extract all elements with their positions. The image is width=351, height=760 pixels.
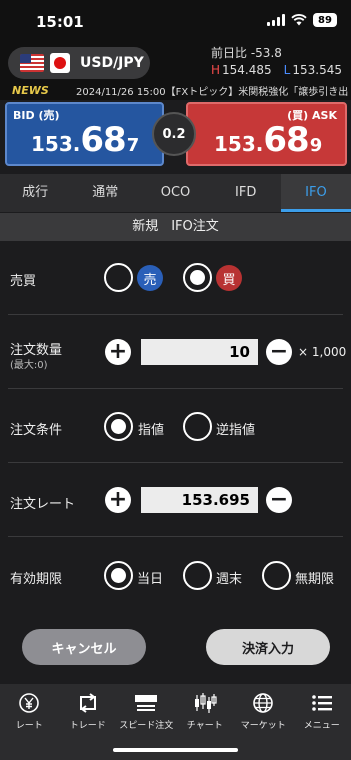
rate-input[interactable]: 153.695 (141, 487, 258, 513)
yen-coin-icon (19, 693, 40, 713)
rate-increment-button[interactable]: + (105, 487, 131, 513)
side-row: 売買 売 買 (0, 241, 351, 315)
day-change-value: -53.8 (250, 46, 282, 60)
nav-trade[interactable]: トレード (59, 684, 118, 760)
candlestick-chart-icon (194, 693, 217, 713)
rate-label: 注文レート (10, 497, 76, 512)
nav-rate[interactable]: レート (0, 684, 59, 760)
quantity-decrement-button[interactable]: − (266, 339, 292, 365)
wifi-icon (291, 14, 307, 26)
quantity-row: 注文数量 (最大:0) + 10 − × 1,000 (0, 315, 351, 389)
expiry-today-label: 当日 (137, 572, 164, 587)
bid-price-button[interactable]: BID (売) 153.687 (5, 102, 164, 166)
currency-pair-label: USD/JPY (80, 55, 144, 71)
limit-option-label: 指値 (138, 423, 165, 438)
news-tag: NEWS (12, 83, 49, 97)
price-panel: BID (売) 153.687 0.2 (買) ASK 153.689 (0, 100, 351, 172)
quantity-max-label: (最大:0) (10, 360, 48, 371)
japan-flag-icon (50, 53, 70, 73)
news-ticker[interactable]: NEWS 2024/11/26 15:00【FXトピック】米関税強化「譲歩引き出 (0, 82, 351, 98)
quantity-input[interactable]: 10 (141, 339, 258, 365)
bid-price: 153.687 (31, 120, 140, 160)
side-label: 売買 (10, 274, 37, 289)
nav-menu[interactable]: メニュー (293, 684, 351, 760)
low-price: L 153.545 (283, 63, 342, 77)
trade-arrows-icon (79, 693, 96, 713)
tab-oco[interactable]: OCO (140, 174, 210, 212)
buy-badge: 買 (216, 265, 242, 291)
news-headline[interactable]: 2024/11/26 15:00【FXトピック】米関税強化「譲歩引き出 (76, 83, 351, 98)
settlement-input-button[interactable]: 決済入力 (206, 629, 330, 665)
limit-radio[interactable] (104, 412, 133, 441)
expiry-today-radio[interactable] (104, 561, 133, 590)
currency-pair-selector[interactable]: USD/JPY (8, 47, 150, 79)
nav-market[interactable]: マーケット (234, 684, 293, 760)
menu-icon (311, 695, 332, 711)
status-bar: 15:01 89 (0, 0, 351, 40)
expiry-gtc-radio[interactable] (262, 561, 291, 590)
us-flag-icon (20, 54, 44, 72)
nav-label: チャート (186, 721, 223, 731)
ask-price-button[interactable]: (買) ASK 153.689 (186, 102, 347, 166)
status-icons: 89 (267, 13, 337, 27)
sell-radio[interactable] (104, 263, 133, 292)
nav-label: レート (15, 721, 43, 731)
speed-order-icon (135, 695, 158, 711)
globe-icon (253, 693, 274, 713)
battery-indicator: 89 (313, 13, 337, 27)
buy-radio[interactable] (183, 263, 212, 292)
rate-row: 注文レート + 153.695 − (0, 463, 351, 537)
day-change-label: 前日比 (211, 46, 248, 60)
nav-label: マーケット (240, 721, 286, 731)
day-change: 前日比 -53.8 (211, 44, 282, 61)
tab-ifo[interactable]: IFO (280, 174, 351, 212)
cancel-button[interactable]: キャンセル (22, 629, 146, 665)
expiry-label: 有効期限 (10, 572, 63, 587)
expiry-gtc-label: 無期限 (295, 572, 335, 587)
tab-market[interactable]: 成行 (0, 174, 70, 212)
nav-label: トレード (69, 721, 106, 731)
expiry-week-label: 週末 (216, 572, 243, 587)
sell-badge: 売 (137, 265, 163, 291)
order-subtitle: 新規 IFO注文 (0, 213, 351, 241)
nav-label: メニュー (303, 721, 340, 731)
cellular-signal-icon (267, 14, 285, 26)
high-price: H 154.485 (211, 63, 272, 77)
expiry-row: 有効期限 当日 週末 無期限 (0, 537, 351, 613)
tab-ifd[interactable]: IFD (211, 174, 281, 212)
status-time: 15:01 (36, 13, 84, 31)
ask-price: 153.689 (214, 120, 323, 160)
high-low-row: H 154.485 L 153.545 (211, 63, 342, 77)
header: USD/JPY 前日比 -53.8 H 154.485 L 153.545 NEWS… (0, 40, 351, 100)
order-type-tabs: 成行 通常 OCO IFD IFO (0, 174, 351, 212)
rate-decrement-button[interactable]: − (266, 487, 292, 513)
quantity-unit: × 1,000 (298, 345, 347, 359)
tab-normal[interactable]: 通常 (70, 174, 140, 212)
condition-row: 注文条件 指値 逆指値 (0, 389, 351, 463)
stop-radio[interactable] (183, 412, 212, 441)
stop-option-label: 逆指値 (216, 423, 256, 438)
home-indicator (113, 748, 238, 752)
condition-label: 注文条件 (10, 423, 63, 438)
expiry-week-radio[interactable] (183, 561, 212, 590)
spread-badge: 0.2 (152, 112, 196, 156)
nav-label: スピード注文 (119, 721, 174, 731)
quantity-increment-button[interactable]: + (105, 339, 131, 365)
